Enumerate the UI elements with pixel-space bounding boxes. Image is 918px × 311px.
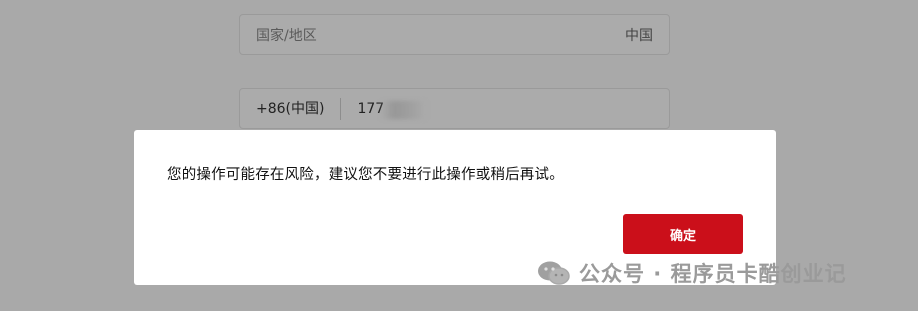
region-value: 中国 <box>625 27 653 44</box>
phone-field[interactable]: +86(中国) 177 <box>239 88 670 129</box>
dialog-message: 您的操作可能存在风险，建议您不要进行此操作或稍后再试。 <box>167 167 564 183</box>
watermark-text: 公众号 · 程序员卡酷创业记 <box>579 262 847 286</box>
phone-country-code[interactable]: +86(中国) <box>256 97 342 120</box>
wechat-icon <box>538 261 570 285</box>
region-field[interactable]: 国家/地区 中国 <box>239 14 670 55</box>
phone-number-value: 177 <box>357 100 385 117</box>
redaction-blur <box>381 100 427 119</box>
phone-number-input[interactable]: 177 <box>341 100 427 119</box>
page: 国家/地区 中国 +86(中国) 177 您的操作可能存在风险，建议您不要进行此… <box>0 0 918 311</box>
watermark: 公众号 · 程序员卡酷创业记 <box>537 258 847 288</box>
region-label: 国家/地区 <box>256 27 317 44</box>
confirm-button[interactable]: 确定 <box>623 214 743 254</box>
